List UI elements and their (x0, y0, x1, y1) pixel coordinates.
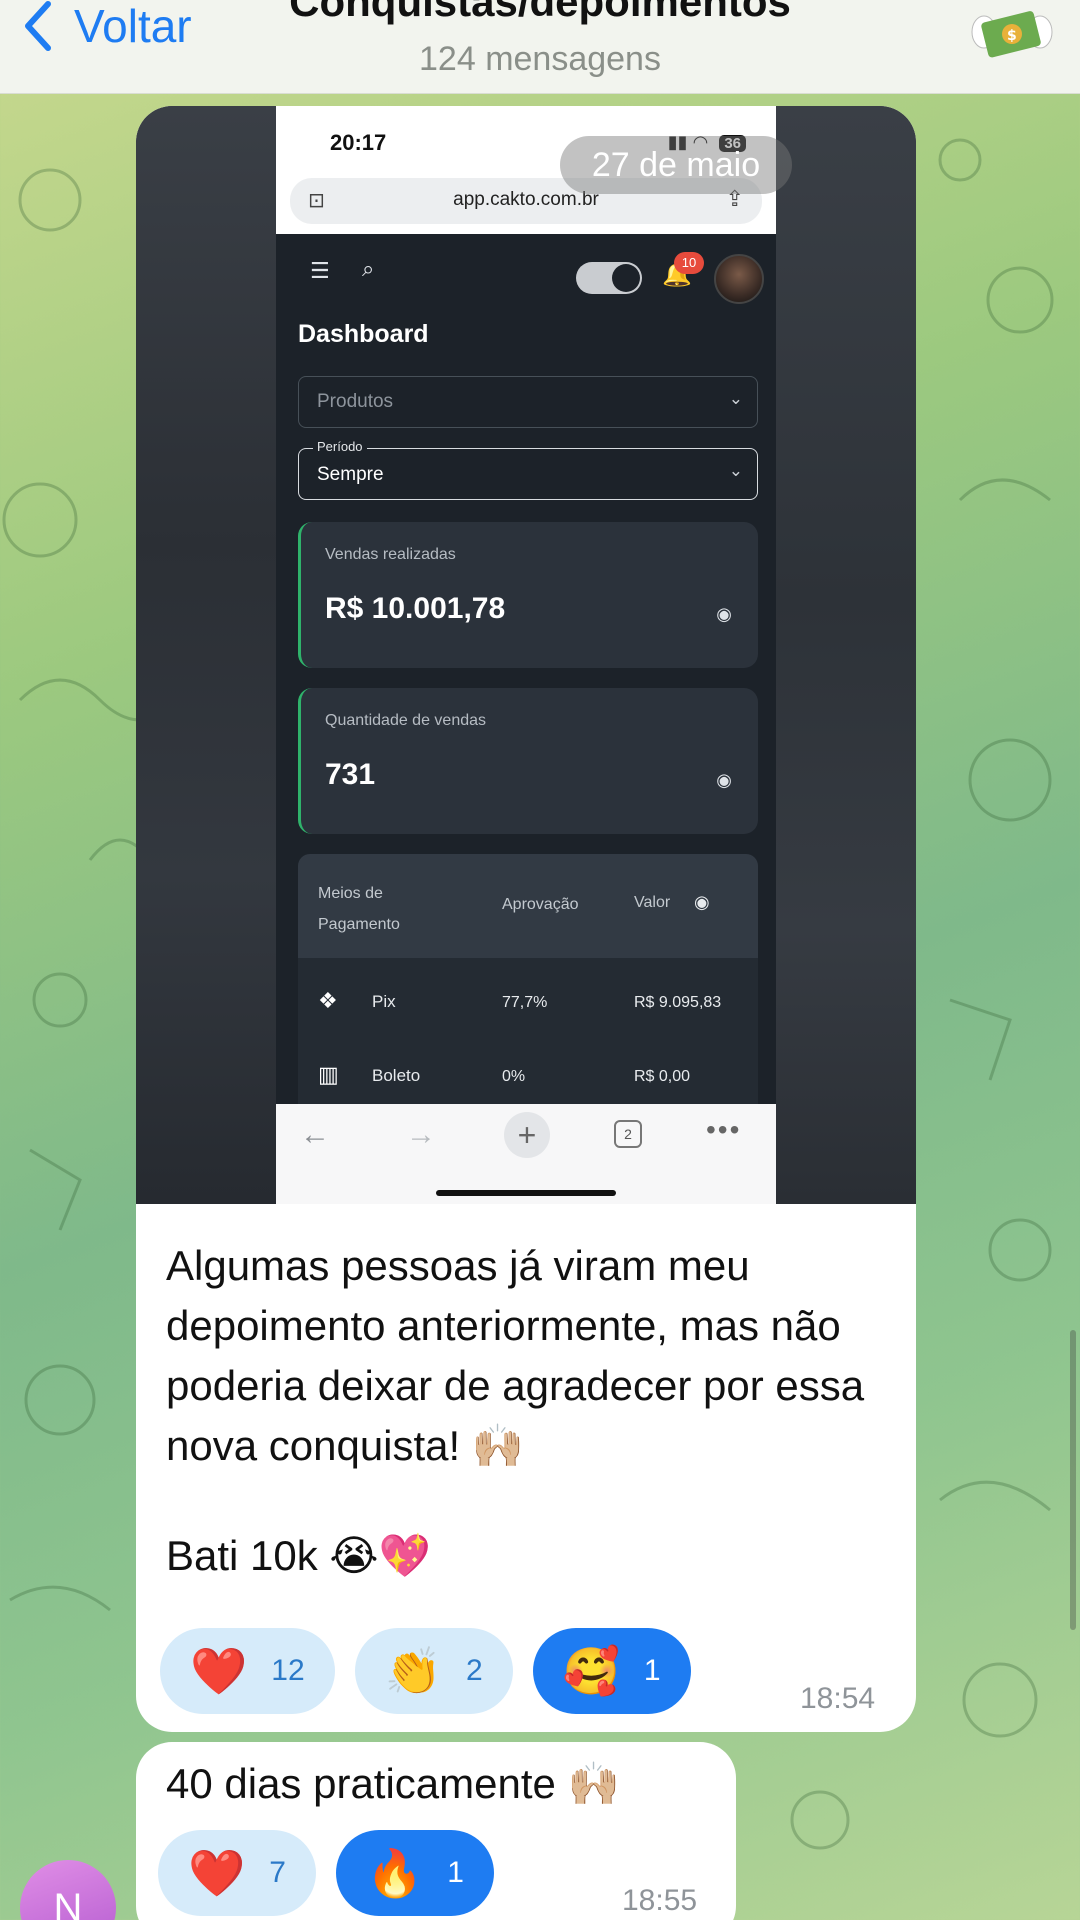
dashboard-title: Dashboard (298, 320, 429, 348)
reaction-love-face[interactable]: 🥰 1 (532, 1628, 691, 1714)
table-row: ▥ Boleto 0% R$ 0,00 (298, 1040, 758, 1112)
reaction-heart[interactable]: ❤️ 7 (158, 1830, 316, 1916)
pix-icon: ❖ (318, 988, 338, 1013)
user-avatar (714, 254, 764, 304)
arrow-right-icon: → (406, 1118, 436, 1151)
heart-icon: ❤️ (190, 1645, 248, 1697)
col-payment-methods: Meios de Pagamento (318, 885, 400, 933)
attached-screenshot[interactable]: 20:17 ▮▮ ◠ 36 ⊡ app.cakto.com.br ⇪ ☰ ⌕ 🔔… (136, 106, 916, 1204)
message-line: Algumas pessoas já viram meu depoimento … (166, 1242, 865, 1469)
group-avatar-money-icon[interactable]: $ (970, 2, 1054, 72)
smiling-hearts-icon: 🥰 (562, 1645, 620, 1697)
tabs-icon: 2 (614, 1120, 642, 1148)
chevron-down-icon: ⌄ (728, 461, 743, 480)
products-select-value: Produtos (317, 391, 394, 412)
fire-icon: 🔥 (365, 1847, 424, 1899)
quantity-label: Quantidade de vendas (325, 712, 487, 729)
payment-value: R$ 9.095,83 (634, 994, 722, 1011)
sales-card: Vendas realizadas R$ 10.001,78 ◉ (298, 522, 758, 668)
browser-bottom-bar: ← → + 2 ••• (276, 1104, 776, 1204)
payment-value: R$ 0,00 (634, 1068, 691, 1085)
message-text: Algumas pessoas já viram meu depoimento … (166, 1236, 896, 1586)
chat-subtitle: 124 mensagens (419, 40, 661, 78)
message-time: 18:55 (622, 1884, 698, 1917)
more-icon: ••• (706, 1114, 742, 1145)
quantity-card: Quantidade de vendas 731 ◉ (298, 688, 758, 834)
dashboard-top-nav: ☰ ⌕ 🔔 10 (276, 234, 776, 318)
payments-table: Meios de Pagamento Aprovação Valor ◉ ❖ P… (298, 854, 758, 1124)
message-time: 18:54 (800, 1682, 876, 1715)
reaction-count: 12 (271, 1654, 305, 1687)
reaction-clap[interactable]: 👏 2 (354, 1628, 513, 1714)
payment-name: Pix (372, 992, 396, 1011)
col-approval: Aprovação (502, 896, 579, 913)
chat-header: Voltar Conquistas/depoimentos 124 mensag… (0, 0, 1080, 94)
blurred-background-right (776, 106, 916, 1204)
reaction-heart[interactable]: ❤️ 12 (160, 1628, 335, 1714)
status-time: 20:17 (330, 130, 387, 155)
scrollbar[interactable] (1070, 1330, 1076, 1630)
reaction-fire[interactable]: 🔥 1 (335, 1830, 494, 1916)
period-select: Período Sempre ⌄ (298, 439, 758, 500)
reactions-row: ❤️ 7 🔥 1 (158, 1830, 494, 1916)
eye-icon: ◉ (716, 604, 732, 624)
clap-icon: 👏 (384, 1645, 442, 1697)
phone-screenshot: 20:17 ▮▮ ◠ 36 ⊡ app.cakto.com.br ⇪ ☰ ⌕ 🔔… (276, 106, 776, 1204)
message-bubble-1[interactable]: 20:17 ▮▮ ◠ 36 ⊡ app.cakto.com.br ⇪ ☰ ⌕ 🔔… (136, 106, 916, 1732)
reaction-count: 2 (465, 1654, 483, 1687)
payment-name: Boleto (372, 1066, 421, 1085)
table-row: ❖ Pix 77,7% R$ 9.095,83 (298, 966, 758, 1038)
date-pill: 27 de maio (560, 136, 792, 194)
notification-badge: 10 (674, 252, 704, 274)
sales-label: Vendas realizadas (325, 546, 456, 563)
message-line: Bati 10k 😭💖 (166, 1532, 431, 1579)
blurred-background-left (136, 106, 276, 1204)
reaction-count: 1 (447, 1856, 464, 1889)
search-icon: ⌕ (362, 256, 375, 281)
payments-table-header: Meios de Pagamento Aprovação Valor ◉ (298, 854, 758, 958)
message-bubble-2[interactable]: 40 dias praticamente 🙌🏼 ❤️ 7 🔥 1 18:55 (136, 1742, 736, 1920)
chat-title: Conquistas/depoimentos (289, 0, 791, 25)
reaction-count: 1 (643, 1654, 661, 1687)
arrow-left-icon: ← (300, 1118, 330, 1151)
sales-value: R$ 10.001,78 (325, 592, 506, 625)
reactions-row: ❤️ 12 👏 2 🥰 1 (160, 1628, 691, 1714)
svg-text:$: $ (1007, 28, 1017, 44)
chevron-down-icon: ⌄ (728, 389, 743, 408)
reaction-count: 7 (269, 1856, 286, 1889)
home-indicator (436, 1190, 616, 1196)
quantity-value: 731 (325, 758, 376, 791)
menu-icon: ☰ (310, 258, 330, 283)
col-value: Valor (634, 894, 671, 911)
eye-icon: ◉ (716, 770, 732, 790)
period-label: Período (313, 439, 367, 454)
theme-toggle (576, 262, 642, 294)
payment-approval: 77,7% (502, 994, 548, 1011)
message-text: 40 dias praticamente 🙌🏼 (166, 1760, 620, 1807)
eye-icon: ◉ (694, 892, 710, 912)
payment-approval: 0% (502, 1068, 526, 1085)
barcode-icon: ▥ (318, 1062, 339, 1087)
heart-icon: ❤️ (188, 1847, 246, 1899)
plus-icon: + (504, 1112, 550, 1158)
period-value: Sempre (317, 464, 384, 485)
products-select: Produtos ⌄ (298, 376, 758, 428)
